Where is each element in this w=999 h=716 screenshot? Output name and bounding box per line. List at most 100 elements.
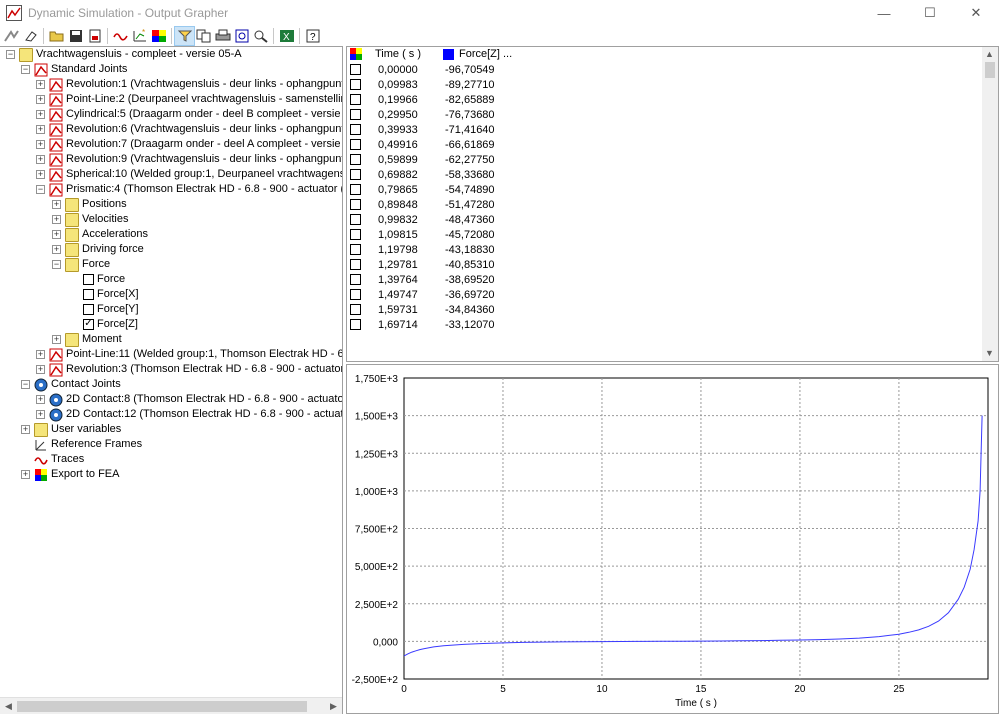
zoom-icon[interactable] xyxy=(251,27,270,45)
graph-panel[interactable]: 0 5 10 15 20 25 -2,500E+2 0,000 2,500E+2 5,000E+2… xyxy=(346,364,999,714)
row-checkbox[interactable] xyxy=(350,184,361,199)
add-trace-icon[interactable]: * xyxy=(130,27,149,45)
expand-icon[interactable]: + xyxy=(36,140,45,149)
color-map-icon[interactable] xyxy=(149,27,168,45)
force-time-chart[interactable]: 0 5 10 15 20 25 -2,500E+2 0,000 2,500E+2 5,000E+2… xyxy=(347,365,998,713)
expand-icon[interactable]: + xyxy=(36,95,45,104)
expand-icon[interactable]: + xyxy=(36,155,45,164)
minimize-button[interactable]: — xyxy=(861,0,907,26)
tree-node-contact[interactable]: + 2D Contact:8 (Thomson Electrak HD - 6.… xyxy=(36,392,342,407)
tree-node-contact[interactable]: + 2D Contact:12 (Thomson Electrak HD - 6… xyxy=(36,407,342,422)
tree-node-joint-prismatic[interactable]: − Prismatic:4 (Thomson Electrak HD - 6.8… xyxy=(36,182,342,197)
tree-node-moment[interactable]: + Moment xyxy=(52,332,122,347)
expand-icon[interactable]: + xyxy=(52,230,61,239)
expand-icon[interactable]: + xyxy=(36,410,45,419)
export-icon[interactable] xyxy=(85,27,104,45)
row-checkbox[interactable] xyxy=(350,229,361,244)
expand-icon[interactable]: + xyxy=(21,470,30,479)
open-file-icon[interactable] xyxy=(2,27,21,45)
save-icon[interactable] xyxy=(66,27,85,45)
close-button[interactable]: ✕ xyxy=(953,0,999,26)
tree-node-force-x[interactable]: Force[X] xyxy=(82,287,139,302)
expand-icon[interactable]: + xyxy=(52,245,61,254)
tree-node-joint[interactable]: + Cylindrical:5 (Draagarm onder - deel B… xyxy=(36,107,342,122)
checkbox[interactable] xyxy=(83,289,94,300)
tree-node-force[interactable]: − Force xyxy=(52,257,110,272)
tree-node-user-variables[interactable]: + User variables xyxy=(21,422,121,437)
tree-node-joint[interactable]: + Revolution:1 (Vrachtwagensluis - deur … xyxy=(36,77,342,92)
print-icon[interactable] xyxy=(213,27,232,45)
collapse-icon[interactable]: − xyxy=(6,50,15,59)
expand-icon[interactable]: + xyxy=(36,350,45,359)
tree-node-joint[interactable]: + Revolution:9 (Vrachtwagensluis - deur … xyxy=(36,152,342,167)
eraser-icon[interactable] xyxy=(21,27,40,45)
tree-node-contact-joints[interactable]: − Contact Joints xyxy=(21,377,121,392)
row-checkbox[interactable] xyxy=(350,94,361,109)
expand-icon[interactable]: + xyxy=(21,425,30,434)
row-checkbox[interactable] xyxy=(350,274,361,289)
results-tree[interactable]: − Vrachtwagensluis - compleet - versie 0… xyxy=(0,46,343,714)
expand-icon[interactable]: + xyxy=(36,125,45,134)
tree-horizontal-scrollbar[interactable]: ◀ ▶ xyxy=(0,697,342,714)
help-icon[interactable]: ? xyxy=(303,27,322,45)
checkbox[interactable] xyxy=(83,304,94,315)
row-checkbox[interactable] xyxy=(350,109,361,124)
scroll-thumb[interactable] xyxy=(17,701,307,712)
tree-node-force-y[interactable]: Force[Y] xyxy=(82,302,139,317)
tree-node-joint[interactable]: + Revolution:7 (Draagarm onder - deel A … xyxy=(36,137,342,152)
row-checkbox[interactable] xyxy=(350,289,361,304)
row-checkbox[interactable] xyxy=(350,319,361,334)
tree-node-standard-joints[interactable]: − Standard Joints xyxy=(21,62,127,77)
tree-node-driving-force[interactable]: + Driving force xyxy=(52,242,144,257)
tree-node-joint[interactable]: + Revolution:6 (Vrachtwagensluis - deur … xyxy=(36,122,342,137)
row-checkbox[interactable] xyxy=(350,259,361,274)
tree-node-positions[interactable]: + Positions xyxy=(52,197,127,212)
expand-icon[interactable]: + xyxy=(52,200,61,209)
table-color-header-icon[interactable] xyxy=(349,47,365,62)
collapse-icon[interactable]: − xyxy=(36,185,45,194)
row-checkbox[interactable] xyxy=(350,124,361,139)
tree-node-accelerations[interactable]: + Accelerations xyxy=(52,227,148,242)
scroll-thumb[interactable] xyxy=(985,62,995,78)
tree-node-force-total[interactable]: Force xyxy=(82,272,125,287)
scroll-left-icon[interactable]: ◀ xyxy=(2,700,15,713)
zoom-fit-icon[interactable] xyxy=(232,27,251,45)
collapse-icon[interactable]: − xyxy=(21,380,30,389)
expand-icon[interactable]: + xyxy=(36,365,45,374)
checkbox[interactable] xyxy=(83,274,94,285)
tree-node-joint[interactable]: + Point-Line:2 (Deurpaneel vrachtwagensl… xyxy=(36,92,342,107)
tree-node-joint[interactable]: + Revolution:3 (Thomson Electrak HD - 6.… xyxy=(36,362,342,377)
maximize-button[interactable]: ☐ xyxy=(907,0,953,26)
filter-icon[interactable] xyxy=(174,26,195,46)
expand-icon[interactable]: + xyxy=(52,335,61,344)
tree-node-force-z[interactable]: ✓ Force[Z] xyxy=(82,317,138,332)
row-checkbox[interactable] xyxy=(350,214,361,229)
column-header-time[interactable]: Time ( s ) xyxy=(375,47,421,62)
table-vertical-scrollbar[interactable]: ▲ ▼ xyxy=(982,47,998,361)
row-checkbox[interactable] xyxy=(350,139,361,154)
tree-node-velocities[interactable]: + Velocities xyxy=(52,212,128,227)
excel-icon[interactable]: X xyxy=(277,27,296,45)
row-checkbox[interactable] xyxy=(350,304,361,319)
scroll-right-icon[interactable]: ▶ xyxy=(327,700,340,713)
scroll-down-icon[interactable]: ▼ xyxy=(983,347,996,360)
checkbox-checked[interactable]: ✓ xyxy=(83,319,94,330)
collapse-icon[interactable]: − xyxy=(52,260,61,269)
row-checkbox[interactable] xyxy=(350,154,361,169)
results-table[interactable]: Time ( s ) Force[Z] ... 0,00000 -96,70549… xyxy=(346,46,999,362)
tree-node-export-fea[interactable]: + Export to FEA xyxy=(21,467,119,482)
copy-icon[interactable] xyxy=(194,27,213,45)
scroll-up-icon[interactable]: ▲ xyxy=(983,48,996,61)
tree-node-reference-frames[interactable]: Reference Frames xyxy=(34,437,142,452)
expand-icon[interactable]: + xyxy=(36,170,45,179)
tree-node-joint[interactable]: + Spherical:10 (Welded group:1, Deurpane… xyxy=(36,167,342,182)
tree-node-root[interactable]: − Vrachtwagensluis - compleet - versie 0… xyxy=(6,47,242,62)
expand-icon[interactable]: + xyxy=(52,215,61,224)
expand-icon[interactable]: + xyxy=(36,110,45,119)
row-checkbox[interactable] xyxy=(350,169,361,184)
expand-icon[interactable]: + xyxy=(36,395,45,404)
tree-node-joint[interactable]: + Point-Line:11 (Welded group:1, Thomson… xyxy=(36,347,342,362)
row-checkbox[interactable] xyxy=(350,79,361,94)
row-checkbox[interactable] xyxy=(350,199,361,214)
tree-node-traces[interactable]: Traces xyxy=(34,452,84,467)
